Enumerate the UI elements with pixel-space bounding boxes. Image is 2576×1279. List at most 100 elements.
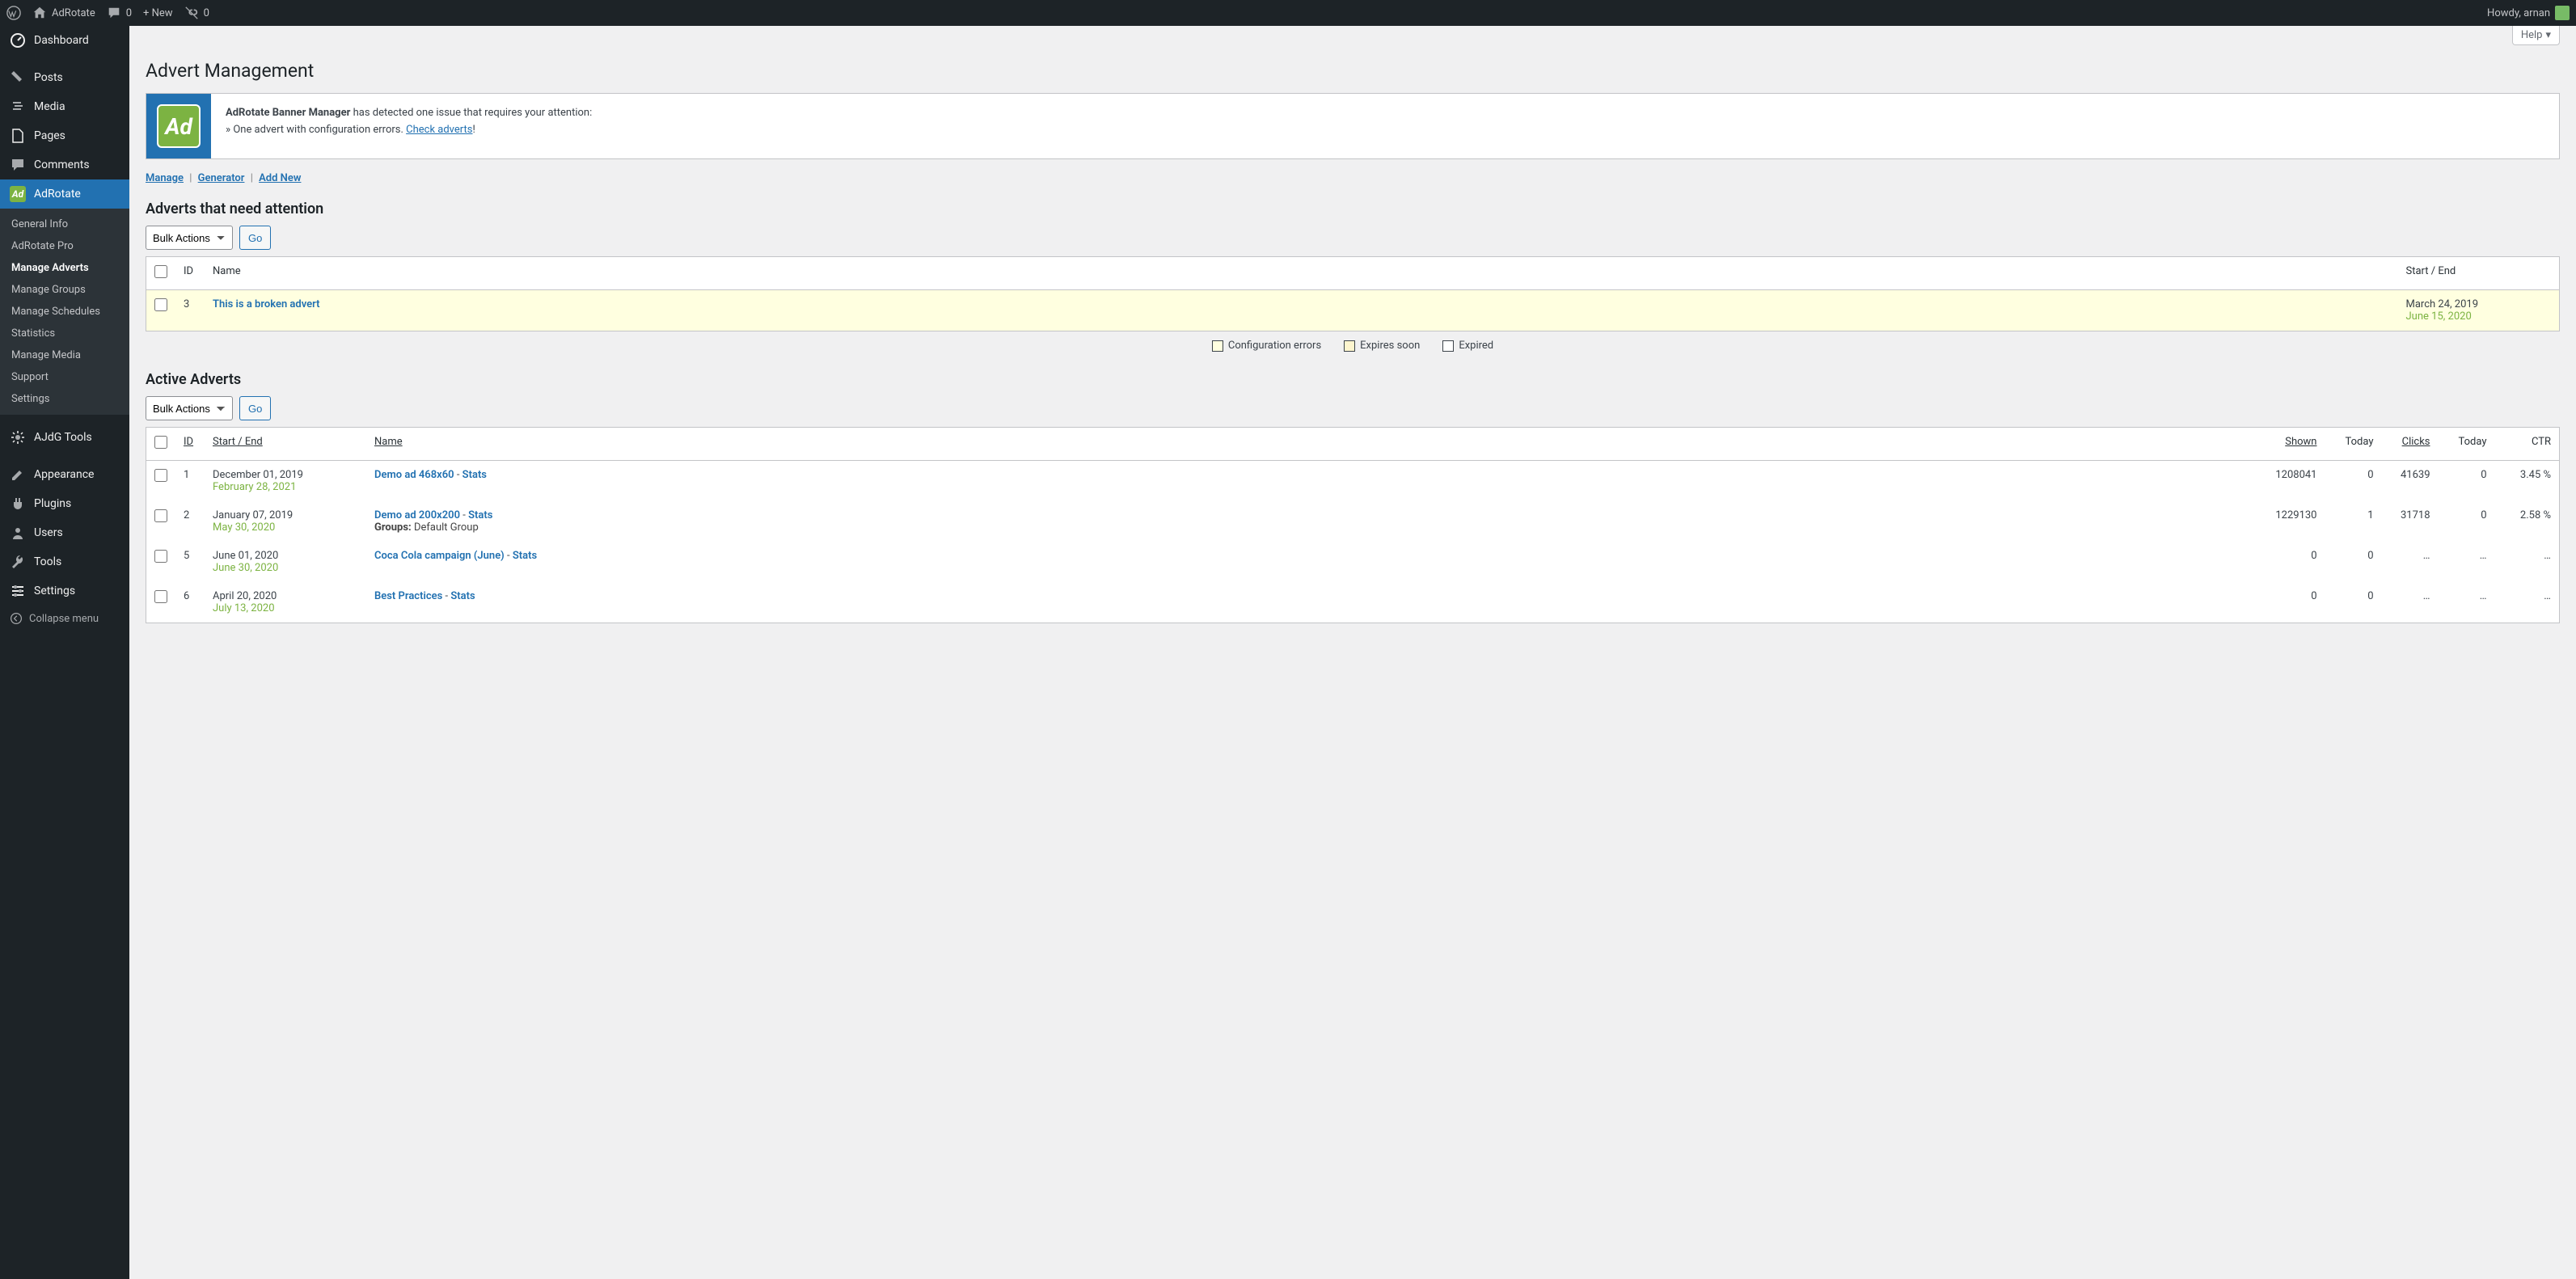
submenu-manage-adverts[interactable]: Manage Adverts xyxy=(0,257,129,279)
row-start: March 24, 2019 xyxy=(2406,298,2552,310)
help-tab[interactable]: Help ▾ xyxy=(2512,26,2560,45)
row-today-shown: 0 xyxy=(2325,542,2382,582)
subnav-manage[interactable]: Manage xyxy=(146,172,184,184)
attention-table: ID Name Start / End 3 This is a broken a… xyxy=(146,256,2560,331)
admin-sidebar: Dashboard Posts Media Pages Comments AdA… xyxy=(0,26,129,1279)
submenu-general-info[interactable]: General Info xyxy=(0,213,129,235)
notice-line1: has detected one issue that requires you… xyxy=(350,107,592,119)
row-end: May 30, 2020 xyxy=(213,521,358,534)
section-attention-heading: Adverts that need attention xyxy=(146,201,2560,217)
stats-link[interactable]: Stats xyxy=(450,590,475,602)
submenu-manage-schedules[interactable]: Manage Schedules xyxy=(0,301,129,323)
stats-link[interactable]: Stats xyxy=(468,509,492,521)
chevron-down-icon: ▾ xyxy=(2545,29,2551,41)
subnav-add-new[interactable]: Add New xyxy=(259,172,301,184)
row-shown: 1229130 xyxy=(2261,501,2325,542)
check-adverts-link[interactable]: Check adverts xyxy=(406,124,472,136)
menu-ajdg-tools[interactable]: AJdG Tools xyxy=(0,423,129,452)
row-today-shown: 0 xyxy=(2325,582,2382,623)
bulk-actions-select-2[interactable]: Bulk Actions xyxy=(146,396,233,420)
page-title: Advert Management xyxy=(146,60,2560,82)
advert-link[interactable]: Demo ad 468x60 xyxy=(374,469,454,481)
row-start: April 20, 2020 xyxy=(213,590,358,602)
row-id: 1 xyxy=(175,461,205,502)
row-today-shown: 0 xyxy=(2325,461,2382,502)
swatch-expired xyxy=(1442,340,1454,352)
menu-media[interactable]: Media xyxy=(0,92,129,121)
row-shown: 1208041 xyxy=(2261,461,2325,502)
sub-nav: Manage | Generator | Add New xyxy=(146,172,2560,184)
col-today2: Today xyxy=(2439,428,2495,461)
row-start: December 01, 2019 xyxy=(213,469,358,481)
col-ctr: CTR xyxy=(2495,428,2560,461)
legend: Configuration errors Expires soon Expire… xyxy=(146,331,2560,355)
table-row: 2 January 07, 2019May 30, 2020 Demo ad 2… xyxy=(146,501,2560,542)
row-checkbox[interactable] xyxy=(154,509,167,522)
table-row: 3 This is a broken advert March 24, 2019… xyxy=(146,290,2560,331)
col-name: Name xyxy=(205,257,2398,290)
menu-adrotate[interactable]: AdAdRotate xyxy=(0,179,129,209)
wp-logo[interactable] xyxy=(6,6,21,20)
col-startend[interactable]: Start / End xyxy=(205,428,366,461)
row-checkbox[interactable] xyxy=(154,469,167,482)
advert-link[interactable]: Demo ad 200x200 xyxy=(374,509,460,521)
collapse-menu[interactable]: Collapse menu xyxy=(0,606,129,631)
advert-link[interactable]: Coca Cola campaign (June) xyxy=(374,550,505,562)
menu-pages[interactable]: Pages xyxy=(0,121,129,150)
menu-appearance[interactable]: Appearance xyxy=(0,460,129,489)
row-end: June 30, 2020 xyxy=(213,562,358,574)
comments-bubble[interactable]: 0 xyxy=(107,6,132,20)
row-today-shown: 1 xyxy=(2325,501,2382,542)
row-ctr: … xyxy=(2495,582,2560,623)
submenu-settings[interactable]: Settings xyxy=(0,388,129,410)
row-checkbox[interactable] xyxy=(154,550,167,563)
select-all-attention[interactable] xyxy=(154,265,167,278)
menu-users[interactable]: Users xyxy=(0,518,129,547)
row-clicks: … xyxy=(2382,582,2439,623)
row-checkbox[interactable] xyxy=(154,590,167,603)
row-checkbox[interactable] xyxy=(154,298,167,311)
howdy-user[interactable]: Howdy, arnan xyxy=(2487,6,2570,20)
col-clicks[interactable]: Clicks xyxy=(2382,428,2439,461)
new-content[interactable]: + New xyxy=(143,7,173,19)
submenu-adrotate-pro[interactable]: AdRotate Pro xyxy=(0,235,129,257)
submenu-support[interactable]: Support xyxy=(0,366,129,388)
submenu-manage-groups[interactable]: Manage Groups xyxy=(0,279,129,301)
advert-link[interactable]: This is a broken advert xyxy=(213,298,320,310)
menu-comments[interactable]: Comments xyxy=(0,150,129,179)
stats-link[interactable]: Stats xyxy=(513,550,537,562)
row-groups: Default Group xyxy=(414,521,479,534)
go-button-1[interactable]: Go xyxy=(239,226,271,250)
col-name[interactable]: Name xyxy=(366,428,2261,461)
advert-link[interactable]: Best Practices xyxy=(374,590,442,602)
row-today-clicks: 0 xyxy=(2439,501,2495,542)
stats-link[interactable]: Stats xyxy=(462,469,487,481)
row-id: 2 xyxy=(175,501,205,542)
menu-dashboard[interactable]: Dashboard xyxy=(0,26,129,55)
site-name[interactable]: AdRotate xyxy=(32,6,95,20)
row-clicks: 41639 xyxy=(2382,461,2439,502)
notice-box: Ad AdRotate Banner Manager has detected … xyxy=(146,93,2560,159)
col-id[interactable]: ID xyxy=(175,428,205,461)
subnav-generator[interactable]: Generator xyxy=(198,172,245,184)
menu-plugins[interactable]: Plugins xyxy=(0,489,129,518)
menu-tools[interactable]: Tools xyxy=(0,547,129,576)
go-button-2[interactable]: Go xyxy=(239,396,271,420)
row-today-clicks: … xyxy=(2439,582,2495,623)
select-all-active[interactable] xyxy=(154,436,167,449)
admin-bar: AdRotate 0 + New 0 Howdy, arnan xyxy=(0,0,2576,26)
submenu-statistics[interactable]: Statistics xyxy=(0,323,129,344)
row-shown: 0 xyxy=(2261,582,2325,623)
menu-settings[interactable]: Settings xyxy=(0,576,129,606)
adrotate-submenu: General Info AdRotate Pro Manage Adverts… xyxy=(0,209,129,415)
menu-posts[interactable]: Posts xyxy=(0,63,129,92)
col-today1: Today xyxy=(2325,428,2382,461)
broken-links[interactable]: 0 xyxy=(184,6,209,20)
row-shown: 0 xyxy=(2261,542,2325,582)
col-shown[interactable]: Shown xyxy=(2261,428,2325,461)
row-end: June 15, 2020 xyxy=(2406,310,2552,323)
submenu-manage-media[interactable]: Manage Media xyxy=(0,344,129,366)
swatch-expires-soon xyxy=(1344,340,1355,352)
bulk-actions-select-1[interactable]: Bulk Actions xyxy=(146,226,233,250)
swatch-configuration-errors xyxy=(1212,340,1223,352)
